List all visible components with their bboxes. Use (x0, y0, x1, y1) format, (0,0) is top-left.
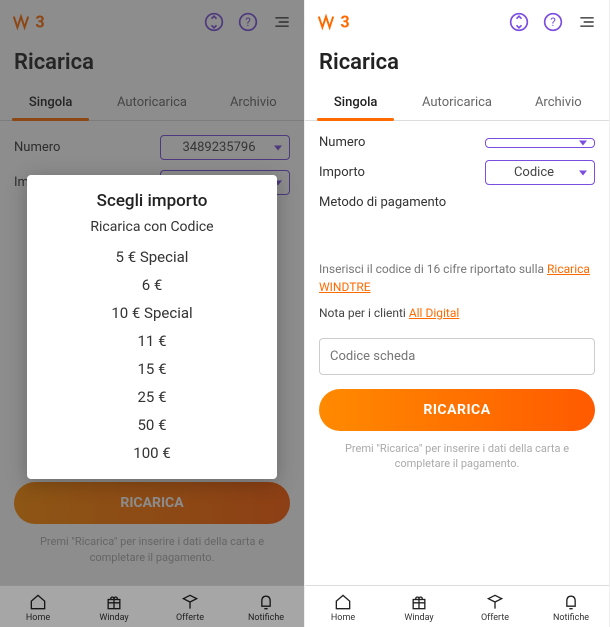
nav-home[interactable]: Home (305, 592, 381, 623)
payment-method-label: Metodo di pagamento (319, 195, 595, 210)
importo-label: Importo (319, 165, 365, 180)
tab-singola[interactable]: Singola (305, 85, 406, 120)
modal-option[interactable]: 6 € (37, 271, 267, 299)
svg-text:3: 3 (340, 12, 349, 31)
modal-option[interactable]: 100 € (37, 439, 267, 467)
numero-label: Numero (319, 135, 365, 150)
ricarica-button[interactable]: RICARICA (319, 389, 595, 431)
tabs: Singola Autoricarica Archivio (305, 85, 609, 121)
menu-icon[interactable] (577, 12, 597, 32)
page-title: Ricarica (305, 44, 609, 85)
tab-autoricarica[interactable]: Autoricarica (406, 85, 507, 120)
nav-winday[interactable]: Winday (381, 592, 457, 623)
modal-title: Scegli importo (37, 191, 267, 211)
modal-option[interactable]: 50 € (37, 411, 267, 439)
modal-option[interactable]: 5 € Special (37, 243, 267, 271)
windtre-logo: 3 (317, 11, 371, 33)
nav-offerte[interactable]: Offerte (457, 592, 533, 623)
app-header: 3 ? (305, 0, 609, 44)
modal-option[interactable]: 25 € (37, 383, 267, 411)
modal-subtitle[interactable]: Ricarica con Codice (37, 219, 267, 235)
nav-notifiche[interactable]: Notifiche (533, 592, 609, 623)
importo-select[interactable]: Codice (485, 160, 595, 185)
bottom-nav: Home Winday Offerte Notifiche (305, 585, 609, 627)
all-digital-link[interactable]: All Digital (409, 306, 459, 320)
numero-select[interactable] (485, 138, 595, 148)
modal-option[interactable]: 15 € (37, 355, 267, 383)
swap-icon[interactable] (509, 12, 529, 32)
importo-modal: Scegli importo Ricarica con Codice 5 € S… (27, 175, 277, 479)
svg-text:?: ? (550, 15, 556, 29)
code-input[interactable] (319, 338, 595, 375)
note-text: Nota per i clienti All Digital (319, 306, 595, 320)
modal-option[interactable]: 11 € (37, 327, 267, 355)
modal-overlay[interactable]: Scegli importo Ricarica con Codice 5 € S… (0, 0, 304, 627)
info-text: Inserisci il codice di 16 cifre riportat… (319, 260, 595, 296)
help-icon[interactable]: ? (543, 12, 563, 32)
modal-option[interactable]: 10 € Special (37, 299, 267, 327)
tab-archivio[interactable]: Archivio (508, 85, 609, 120)
ricarica-hint: Premi "Ricarica" per inserire i dati del… (319, 441, 595, 472)
